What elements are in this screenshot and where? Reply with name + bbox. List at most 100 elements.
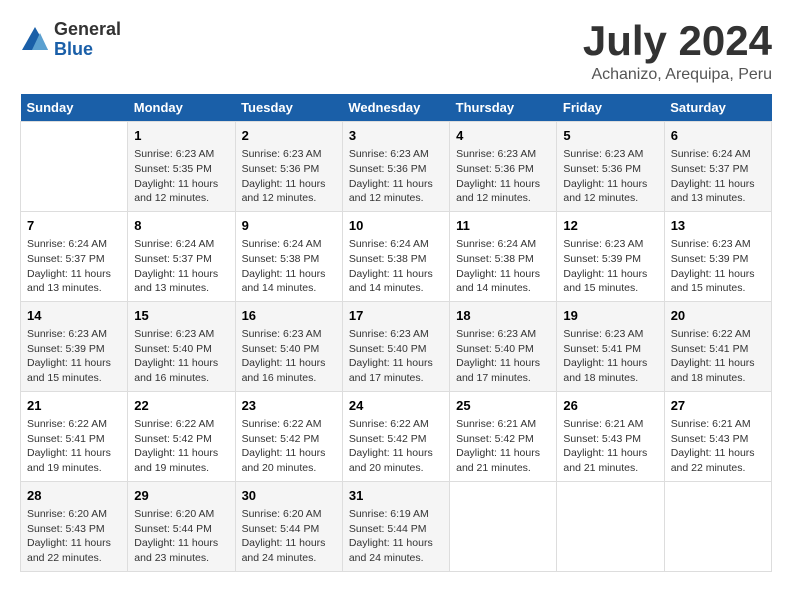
calendar-cell: 15Sunrise: 6:23 AMSunset: 5:40 PMDayligh… — [128, 301, 235, 391]
cell-text: Sunset: 5:38 PM — [456, 252, 550, 267]
cell-text: and 12 minutes. — [242, 191, 336, 206]
cell-text: Daylight: 11 hours — [671, 356, 765, 371]
cell-text: Sunrise: 6:23 AM — [671, 237, 765, 252]
cell-text: Sunrise: 6:23 AM — [563, 327, 657, 342]
cell-text: Sunrise: 6:24 AM — [134, 237, 228, 252]
cell-text: and 13 minutes. — [671, 191, 765, 206]
cell-text: Daylight: 11 hours — [671, 267, 765, 282]
cell-text: and 18 minutes. — [563, 371, 657, 386]
cell-text: Daylight: 11 hours — [134, 177, 228, 192]
cell-text: Daylight: 11 hours — [242, 267, 336, 282]
calendar-cell: 7 Sunrise: 6:24 AMSunset: 5:37 PMDaylight… — [21, 211, 128, 301]
cell-text: Daylight: 11 hours — [349, 267, 443, 282]
cell-text: Sunrise: 6:19 AM — [349, 507, 443, 522]
cell-text: Sunset: 5:37 PM — [671, 162, 765, 177]
cell-text: Daylight: 11 hours — [27, 267, 121, 282]
cell-text: Sunset: 5:37 PM — [27, 252, 121, 267]
cell-text: Daylight: 11 hours — [27, 356, 121, 371]
cell-text: Sunset: 5:40 PM — [456, 342, 550, 357]
cell-text: Sunset: 5:44 PM — [349, 522, 443, 537]
logo-icon — [20, 25, 50, 55]
cell-text: Sunset: 5:44 PM — [134, 522, 228, 537]
cell-text: Daylight: 11 hours — [134, 356, 228, 371]
calendar-cell: 25Sunrise: 6:21 AMSunset: 5:42 PMDayligh… — [450, 391, 557, 481]
cell-text: Sunset: 5:43 PM — [563, 432, 657, 447]
cell-text: Sunrise: 6:22 AM — [27, 417, 121, 432]
header-thursday: Thursday — [450, 94, 557, 122]
day-number: 4 — [456, 127, 550, 145]
cell-text: and 15 minutes. — [671, 281, 765, 296]
cell-text: Sunrise: 6:23 AM — [27, 327, 121, 342]
cell-text: and 21 minutes. — [563, 461, 657, 476]
calendar-body: 1Sunrise: 6:23 AMSunset: 5:35 PMDaylight… — [21, 122, 772, 572]
day-number: 2 — [242, 127, 336, 145]
cell-text: Daylight: 11 hours — [456, 267, 550, 282]
cell-text: Sunset: 5:40 PM — [349, 342, 443, 357]
cell-text: and 15 minutes. — [27, 371, 121, 386]
cell-text: Sunset: 5:41 PM — [671, 342, 765, 357]
calendar-cell: 4Sunrise: 6:23 AMSunset: 5:36 PMDaylight… — [450, 122, 557, 212]
day-number: 13 — [671, 217, 765, 235]
cell-text: Daylight: 11 hours — [134, 267, 228, 282]
cell-text: and 20 minutes. — [242, 461, 336, 476]
cell-text: Sunset: 5:36 PM — [456, 162, 550, 177]
calendar-cell: 30Sunrise: 6:20 AMSunset: 5:44 PMDayligh… — [235, 481, 342, 571]
day-number: 25 — [456, 397, 550, 415]
calendar-cell: 16Sunrise: 6:23 AMSunset: 5:40 PMDayligh… — [235, 301, 342, 391]
title-block: July 2024 Achanizo, Arequipa, Peru — [583, 20, 772, 84]
calendar-cell: 19Sunrise: 6:23 AMSunset: 5:41 PMDayligh… — [557, 301, 664, 391]
cell-text: Sunrise: 6:24 AM — [242, 237, 336, 252]
cell-text: Sunset: 5:36 PM — [242, 162, 336, 177]
logo-general-text: General — [54, 20, 121, 40]
day-number: 11 — [456, 217, 550, 235]
week-row-5: 28Sunrise: 6:20 AMSunset: 5:43 PMDayligh… — [21, 481, 772, 571]
cell-text: Sunset: 5:37 PM — [134, 252, 228, 267]
calendar-cell — [557, 481, 664, 571]
cell-text: and 18 minutes. — [671, 371, 765, 386]
cell-text: Daylight: 11 hours — [242, 446, 336, 461]
calendar-cell: 24Sunrise: 6:22 AMSunset: 5:42 PMDayligh… — [342, 391, 449, 481]
cell-text: Sunrise: 6:24 AM — [456, 237, 550, 252]
cell-text: Daylight: 11 hours — [349, 356, 443, 371]
cell-text: Sunset: 5:42 PM — [134, 432, 228, 447]
cell-text: Sunrise: 6:23 AM — [134, 147, 228, 162]
day-number: 17 — [349, 307, 443, 325]
cell-text: and 16 minutes. — [242, 371, 336, 386]
calendar-cell: 18Sunrise: 6:23 AMSunset: 5:40 PMDayligh… — [450, 301, 557, 391]
cell-text: Daylight: 11 hours — [671, 177, 765, 192]
calendar-cell: 11 Sunrise: 6:24 AMSunset: 5:38 PMDayligh… — [450, 211, 557, 301]
subtitle: Achanizo, Arequipa, Peru — [583, 66, 772, 84]
cell-text: Daylight: 11 hours — [134, 536, 228, 551]
cell-text: Daylight: 11 hours — [242, 536, 336, 551]
cell-text: and 17 minutes. — [456, 371, 550, 386]
cell-text: Sunrise: 6:22 AM — [134, 417, 228, 432]
cell-text: and 19 minutes. — [27, 461, 121, 476]
calendar-cell: 21Sunrise: 6:22 AMSunset: 5:41 PMDayligh… — [21, 391, 128, 481]
cell-text: Sunset: 5:41 PM — [27, 432, 121, 447]
cell-text: Sunset: 5:36 PM — [349, 162, 443, 177]
cell-text: Sunset: 5:38 PM — [242, 252, 336, 267]
cell-text: and 12 minutes. — [456, 191, 550, 206]
cell-text: Sunrise: 6:23 AM — [349, 327, 443, 342]
day-number: 7 — [27, 217, 121, 235]
day-number: 19 — [563, 307, 657, 325]
day-number: 6 — [671, 127, 765, 145]
calendar-cell: 3Sunrise: 6:23 AMSunset: 5:36 PMDaylight… — [342, 122, 449, 212]
calendar-cell: 6Sunrise: 6:24 AMSunset: 5:37 PMDaylight… — [664, 122, 771, 212]
cell-text: Sunset: 5:39 PM — [671, 252, 765, 267]
cell-text: and 12 minutes. — [563, 191, 657, 206]
calendar-cell — [450, 481, 557, 571]
cell-text: and 20 minutes. — [349, 461, 443, 476]
cell-text: Sunrise: 6:23 AM — [456, 147, 550, 162]
cell-text: Sunrise: 6:24 AM — [27, 237, 121, 252]
cell-text: and 14 minutes. — [456, 281, 550, 296]
day-number: 5 — [563, 127, 657, 145]
calendar-cell: 5Sunrise: 6:23 AMSunset: 5:36 PMDaylight… — [557, 122, 664, 212]
cell-text: and 22 minutes. — [671, 461, 765, 476]
cell-text: Sunrise: 6:22 AM — [671, 327, 765, 342]
calendar-cell: 14Sunrise: 6:23 AMSunset: 5:39 PMDayligh… — [21, 301, 128, 391]
cell-text: Daylight: 11 hours — [134, 446, 228, 461]
cell-text: Sunrise: 6:23 AM — [134, 327, 228, 342]
cell-text: Daylight: 11 hours — [349, 536, 443, 551]
cell-text: Sunset: 5:39 PM — [27, 342, 121, 357]
